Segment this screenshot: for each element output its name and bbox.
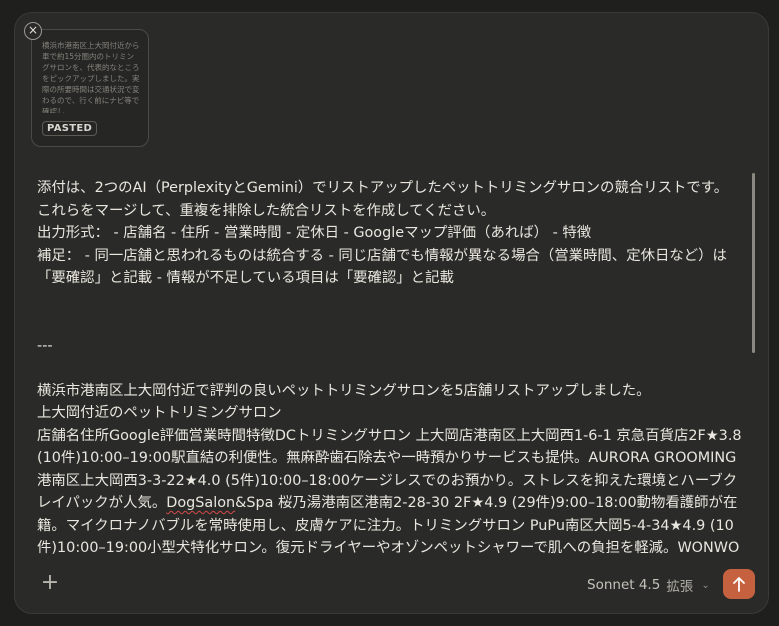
arrow-up-icon xyxy=(733,577,745,592)
message-input[interactable]: 添付は、2つのAI（PerplexityとGemini）でリストアップしたペット… xyxy=(37,177,745,562)
add-content-plus-icon[interactable]: + xyxy=(39,572,61,595)
separator-line: --- xyxy=(37,337,53,354)
prompt-line-2: これらをマージして、重複を排除した統合リストを作成してください。 xyxy=(37,202,496,219)
model-name: Sonnet 4.5 xyxy=(587,577,661,593)
pasted-badge: PASTED xyxy=(42,121,98,136)
paste-heading: 上大岡付近のペットトリミングサロン xyxy=(37,405,282,421)
misspelled-word: DogSalon xyxy=(166,495,236,511)
attachment-preview-text: 横浜市港南区上大岡付近から車で約15分圏内のトリミングサロンを、代表的なところを… xyxy=(42,41,140,113)
editor-scrollbar[interactable] xyxy=(752,173,755,353)
paste-body: 店舗名住所Google評価営業時間特徴DCトリミングサロン 上大岡店港南区上大岡… xyxy=(37,425,745,563)
model-selector[interactable]: Sonnet 4.5 拡張 ⌄ xyxy=(587,575,710,595)
mode-label: 拡張 xyxy=(666,579,694,595)
prompt-line-4: 補足： - 同一店舗と思われるものは統合する - 同じ店舗でも情報が異なる場合（… xyxy=(37,247,727,287)
message-composer: 横浜市港南区上大岡付近から車で約15分圏内のトリミングサロンを、代表的なところを… xyxy=(14,12,769,614)
paste-intro: 横浜市港南区上大岡付近で評判の良いペットトリミングサロンを5店舗リストアップしま… xyxy=(37,382,651,399)
prompt-line-1: 添付は、2つのAI（PerplexityとGemini）でリストアップしたペット… xyxy=(37,180,729,196)
send-button[interactable] xyxy=(723,569,755,599)
prompt-line-3: 出力形式： - 店舗名 - 住所 - 営業時間 - 定休日 - Googleマッ… xyxy=(37,225,592,241)
pasted-attachment-card[interactable]: 横浜市港南区上大岡付近から車で約15分圏内のトリミングサロンを、代表的なところを… xyxy=(31,29,149,147)
chevron-down-icon: ⌄ xyxy=(701,579,710,591)
remove-attachment-close-icon[interactable]: × xyxy=(24,22,42,40)
